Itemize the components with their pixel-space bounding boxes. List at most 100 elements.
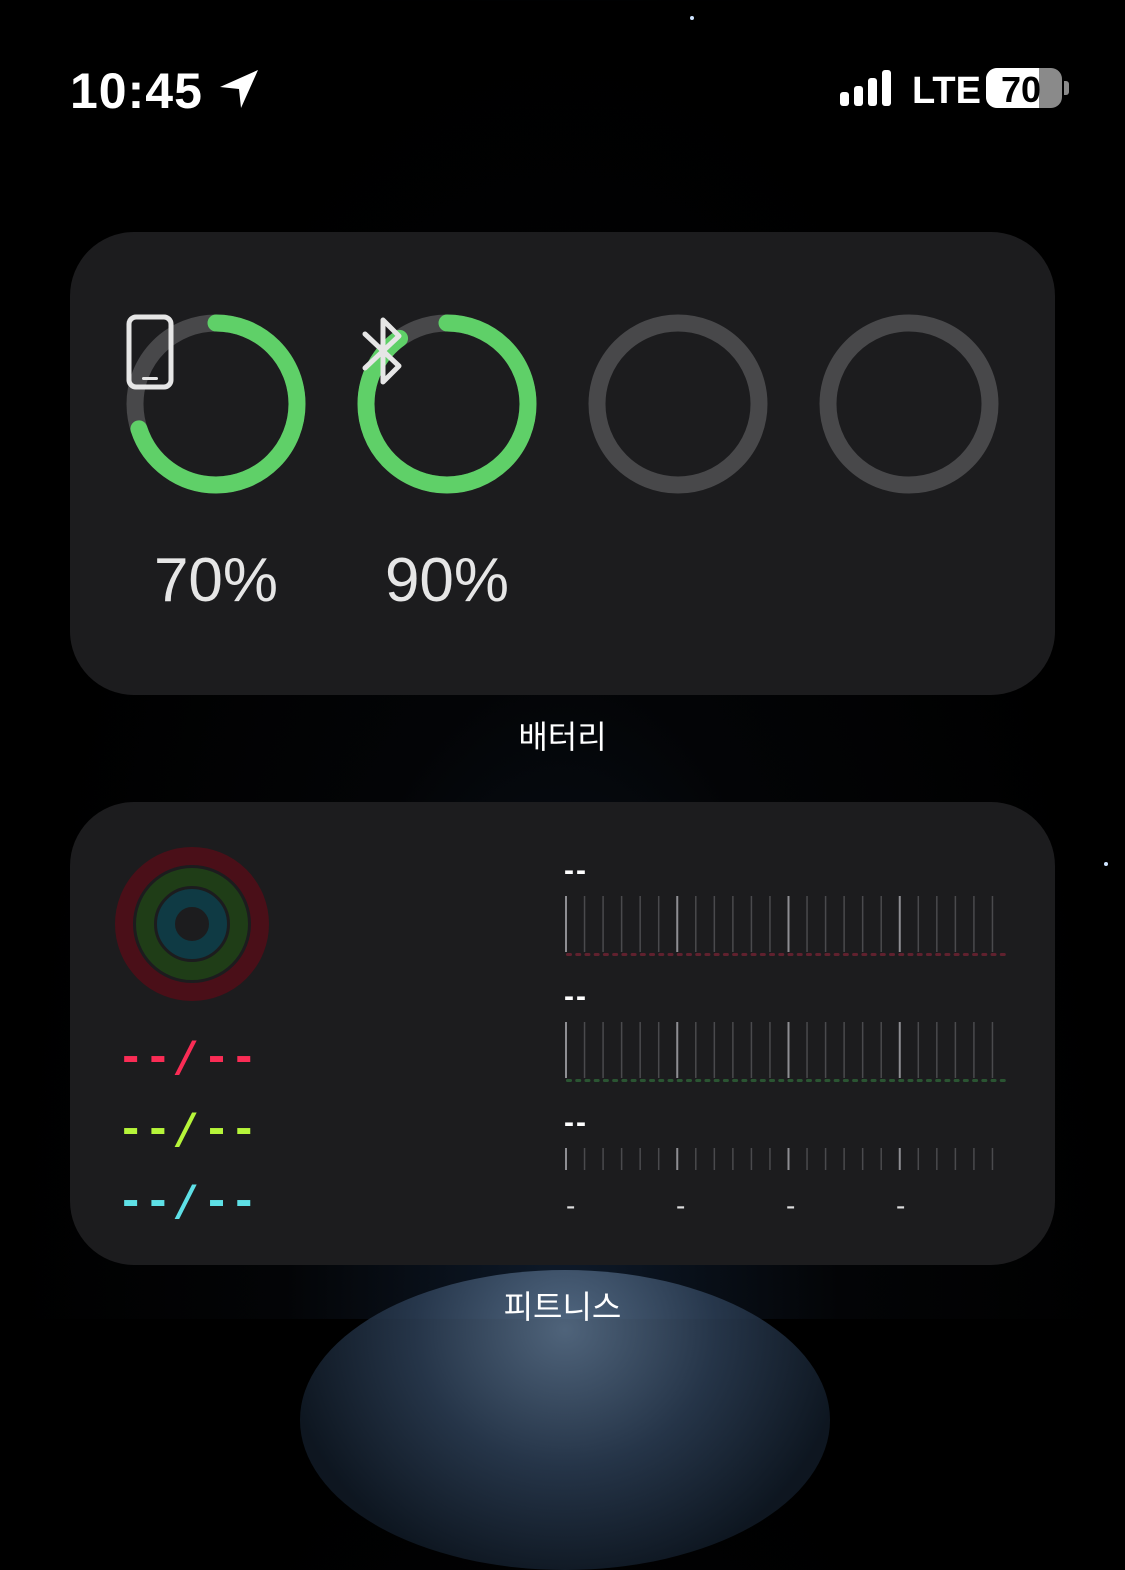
hour-baseline-dot xyxy=(852,953,859,956)
hour-baseline-dot xyxy=(879,1079,886,1082)
battery-ring-track xyxy=(819,314,999,494)
hour-baseline-dot xyxy=(704,1079,711,1082)
hour-baseline-dot xyxy=(962,953,969,956)
hour-baseline-dot xyxy=(842,953,849,956)
hour-baseline-dot xyxy=(990,1079,997,1082)
time-tick: - xyxy=(566,1190,576,1221)
hour-baseline-dot xyxy=(649,953,656,956)
hour-baseline-dot xyxy=(852,1079,859,1082)
hour-baseline-dot xyxy=(575,1079,582,1082)
hour-baseline-dot xyxy=(695,1079,702,1082)
hour-baseline-dot xyxy=(602,953,609,956)
hour-baseline-dot xyxy=(990,953,997,956)
hour-baseline-dot xyxy=(861,953,868,956)
time-tick: - xyxy=(786,1190,796,1221)
exercise-current: -- xyxy=(118,1104,173,1153)
hour-baseline-dot xyxy=(759,953,766,956)
hour-baseline-dot xyxy=(778,953,785,956)
hour-baseline-dot xyxy=(796,1079,803,1082)
hour-baseline-dot xyxy=(769,1079,776,1082)
hour-baseline-dot xyxy=(741,953,748,956)
hour-baseline-dot xyxy=(889,1079,896,1082)
bluetooth-battery-percent: 90% xyxy=(384,546,510,615)
hour-baseline-dot xyxy=(796,953,803,956)
hour-baseline-dot xyxy=(630,953,637,956)
hour-baseline-dot xyxy=(750,953,757,956)
battery-widget[interactable]: 70% 90% xyxy=(70,232,1055,695)
exercise-goal: --/-- xyxy=(118,1104,258,1153)
fitness-widget-caption: 피트니스 xyxy=(503,1289,622,1325)
hour-baseline-dot xyxy=(732,1079,739,1082)
exercise-target: -- xyxy=(203,1104,259,1153)
hour-baseline-dot xyxy=(667,1079,674,1082)
hour-baseline-dot xyxy=(824,953,831,956)
hour-baseline-dot xyxy=(925,1079,932,1082)
network-type: LTE xyxy=(912,70,981,112)
hour-baseline-dot xyxy=(584,953,591,956)
hour-baseline-dot xyxy=(787,953,794,956)
hour-baseline-dot xyxy=(612,1079,619,1082)
hour-baseline-dot xyxy=(639,1079,646,1082)
hour-baseline-dot xyxy=(630,1079,637,1082)
hour-baseline-dot xyxy=(824,1079,831,1082)
phone-battery-ring xyxy=(126,314,306,494)
battery-ring-graphic xyxy=(819,314,999,494)
hour-baseline-dot xyxy=(722,1079,729,1082)
hour-baseline-dot xyxy=(575,953,582,956)
move-slash: / xyxy=(174,1032,202,1081)
hour-baseline-dot xyxy=(870,1079,877,1082)
hour-baseline-dot xyxy=(713,953,720,956)
stand-slash: / xyxy=(174,1176,202,1225)
phone-battery-percent: 70% xyxy=(153,546,279,615)
move-goal: --/-- xyxy=(118,1032,258,1081)
hour-baseline-dot xyxy=(935,953,942,956)
activity-rings-icon xyxy=(115,847,269,1001)
battery-cap xyxy=(1064,81,1069,95)
hour-baseline-dot xyxy=(593,1079,600,1082)
hour-baseline-dot xyxy=(566,1079,572,1082)
hour-baseline-dot xyxy=(685,953,692,956)
hour-baseline-dot xyxy=(944,1079,951,1082)
star xyxy=(1104,862,1108,866)
hour-baseline-dot xyxy=(612,953,619,956)
hour-baseline-dot xyxy=(713,1079,720,1082)
move-current: -- xyxy=(118,1032,173,1081)
hour-baseline-dot xyxy=(566,953,572,956)
hour-baseline-dot xyxy=(658,1079,665,1082)
hour-baseline-dot xyxy=(769,953,776,956)
hour-baseline-dot xyxy=(722,953,729,956)
stand-target: -- xyxy=(203,1176,259,1225)
hour-baseline-dot xyxy=(999,953,1006,956)
hour-baseline-dot xyxy=(935,1079,942,1082)
hour-baseline-dot xyxy=(889,953,896,956)
hour-baseline-dot xyxy=(759,1079,766,1082)
hour-baseline-dot xyxy=(649,1079,656,1082)
hour-baseline-dot xyxy=(658,953,665,956)
exercise-slash: / xyxy=(174,1104,202,1153)
hour-baseline-dot xyxy=(815,953,822,956)
battery-percent: 70 xyxy=(1000,69,1042,108)
hour-baseline-dot xyxy=(732,953,739,956)
hour-baseline-dot xyxy=(916,953,923,956)
hour-baseline-dot xyxy=(778,1079,785,1082)
battery-ring-track xyxy=(588,314,768,494)
cellular-signal-icon xyxy=(840,70,891,106)
exercise-metric-label: -- xyxy=(564,980,588,1013)
hour-baseline-dot xyxy=(962,1079,969,1082)
hour-baseline-dot xyxy=(898,953,905,956)
battery-ring-graphic xyxy=(588,314,768,494)
move-metric-label: -- xyxy=(564,854,588,887)
hour-baseline-dot xyxy=(750,1079,757,1082)
hour-baseline-dot xyxy=(981,1079,988,1082)
hour-baseline-dot xyxy=(685,1079,692,1082)
hour-baseline-dot xyxy=(861,1079,868,1082)
fitness-widget[interactable]: --/-- --/-- --/-- -- -- -- - - - - xyxy=(70,802,1055,1265)
hour-baseline-dot xyxy=(833,953,840,956)
hour-baseline-dot xyxy=(944,953,951,956)
time-tick: - xyxy=(676,1190,686,1221)
hour-baseline-dot xyxy=(676,953,683,956)
bluetooth-icon xyxy=(357,314,537,494)
hour-baseline-dot xyxy=(999,1079,1006,1082)
hour-baseline-dot xyxy=(833,1079,840,1082)
hour-baseline-dot xyxy=(953,953,960,956)
